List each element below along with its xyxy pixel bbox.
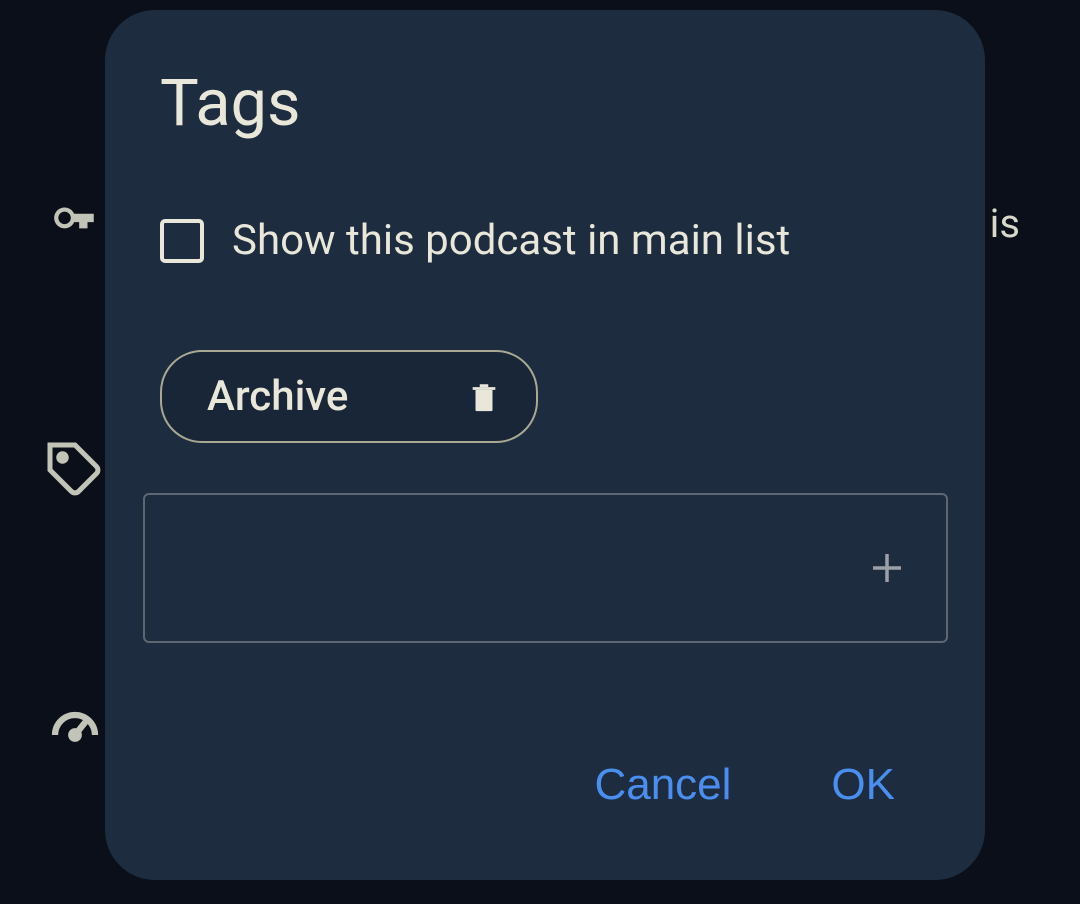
dialog-actions: Cancel OK: [160, 750, 930, 840]
key-icon: [45, 195, 105, 249]
speedometer-icon: [45, 700, 105, 764]
add-tag-input[interactable]: [145, 495, 866, 641]
background-text: is: [990, 200, 1020, 247]
show-in-main-list-checkbox[interactable]: [160, 219, 204, 263]
tag-chip-label: Archive: [207, 372, 348, 421]
tags-dialog: Tags Show this podcast in main list Arch…: [105, 10, 985, 880]
add-tag-container: [143, 493, 948, 643]
cancel-button[interactable]: Cancel: [594, 750, 731, 820]
dialog-title: Tags: [160, 65, 930, 141]
ok-button[interactable]: OK: [831, 750, 895, 820]
tag-icon: [45, 440, 105, 504]
trash-icon[interactable]: [467, 377, 501, 417]
tag-chip-archive[interactable]: Archive: [160, 350, 538, 443]
show-in-main-list-row[interactable]: Show this podcast in main list: [160, 216, 930, 265]
plus-icon[interactable]: [866, 547, 946, 589]
checkbox-label: Show this podcast in main list: [232, 216, 790, 265]
